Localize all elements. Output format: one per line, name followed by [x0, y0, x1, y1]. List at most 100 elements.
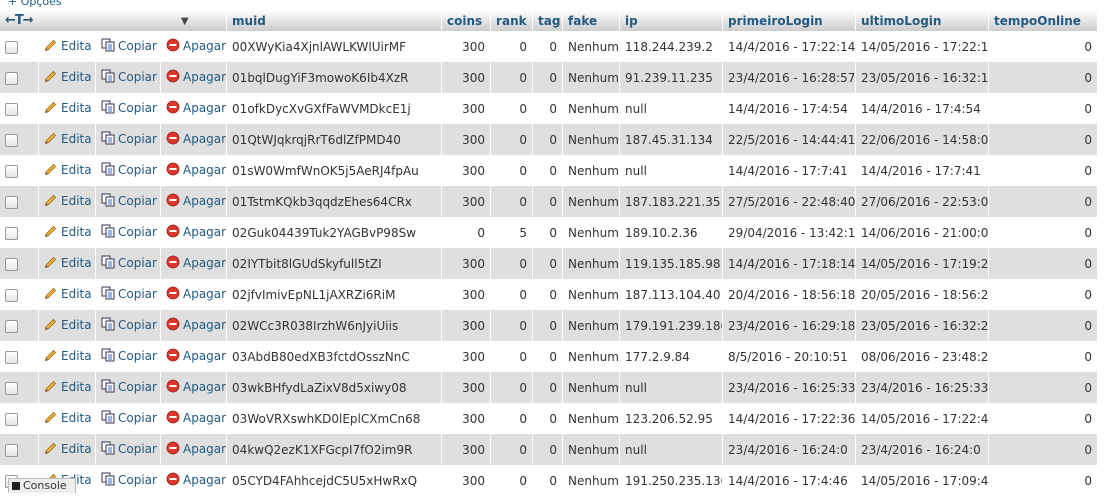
cell-ip[interactable]: 189.10.2.36	[620, 217, 724, 248]
cell-muid[interactable]: 03WoVRXswhKD0lEplCXmCn68	[227, 403, 443, 434]
cell-ultimologin[interactable]: 14/05/2016 - 17:22:17	[856, 31, 990, 62]
row-checkbox[interactable]	[5, 133, 18, 147]
cell-rank[interactable]: 0	[491, 310, 534, 341]
delete-button[interactable]: Apagar	[166, 317, 226, 332]
cell-muid[interactable]: 05CYD4FAhhcejdC5U5xHwRxQ	[227, 465, 443, 496]
delete-button[interactable]: Apagar	[166, 131, 226, 146]
cell-tempoonline[interactable]: 0	[989, 155, 1099, 186]
edit-button[interactable]: Edita	[44, 287, 92, 301]
cell-primeirologin[interactable]: 14/4/2016 - 17:7:41	[723, 155, 857, 186]
cell-primeirologin[interactable]: 8/5/2016 - 20:10:51	[723, 341, 857, 372]
cell-ultimologin[interactable]: 20/05/2016 - 18:56:29	[856, 279, 990, 310]
col-header-ip[interactable]: ip	[620, 10, 724, 31]
row-checkbox[interactable]	[5, 443, 18, 457]
copy-button[interactable]: Copiar	[101, 286, 157, 301]
cell-ip[interactable]: 177.2.9.84	[620, 341, 724, 372]
cell-muid[interactable]: 02jfvImivEpNL1jAXRZi6RiM	[227, 279, 443, 310]
cell-fake[interactable]: Nenhum	[563, 341, 621, 372]
edit-button[interactable]: Edita	[44, 194, 92, 208]
delete-button[interactable]: Apagar	[166, 69, 226, 84]
edit-button[interactable]: Edita	[44, 442, 92, 456]
cell-fake[interactable]: Nenhum	[563, 93, 621, 124]
row-checkbox[interactable]	[5, 257, 18, 271]
cell-fake[interactable]: Nenhum	[563, 279, 621, 310]
edit-button[interactable]: Edita	[44, 411, 92, 425]
cell-tempoonline[interactable]: 0	[989, 434, 1099, 465]
cell-ultimologin[interactable]: 23/05/2016 - 16:32:17	[856, 62, 990, 93]
cell-muid[interactable]: 02IYTbit8lGUdSkyfull5tZI	[227, 248, 443, 279]
column-arrows-icon[interactable]: ←T→	[5, 13, 34, 28]
cell-muid[interactable]: 03wkBHfydLaZixV8d5xiwy08	[227, 372, 443, 403]
row-checkbox[interactable]	[5, 164, 18, 178]
cell-ip[interactable]: 191.250.235.136	[620, 465, 724, 496]
cell-ip[interactable]: 123.206.52.95	[620, 403, 724, 434]
cell-coins[interactable]: 300	[442, 465, 492, 496]
row-checkbox[interactable]	[5, 350, 18, 364]
cell-rank[interactable]: 0	[491, 124, 534, 155]
cell-primeirologin[interactable]: 14/4/2016 - 17:22:36	[723, 403, 857, 434]
copy-button[interactable]: Copiar	[101, 193, 157, 208]
cell-coins[interactable]: 300	[442, 310, 492, 341]
cell-muid[interactable]: 01TstmKQkb3qqdzEhes64CRx	[227, 186, 443, 217]
col-header-primeirologin[interactable]: primeiroLogin	[723, 10, 857, 31]
cell-primeirologin[interactable]: 23/4/2016 - 16:25:33	[723, 372, 857, 403]
col-header-fake[interactable]: fake	[563, 10, 621, 31]
cell-ultimologin[interactable]: 14/4/2016 - 17:7:41	[856, 155, 990, 186]
cell-muid[interactable]: 01ofkDycXvGXfFaWVMDkcE1j	[227, 93, 443, 124]
cell-ip[interactable]: null	[620, 93, 724, 124]
cell-tempoonline[interactable]: 0	[989, 465, 1099, 496]
copy-button[interactable]: Copiar	[101, 100, 157, 115]
copy-button[interactable]: Copiar	[101, 131, 157, 146]
cell-ip[interactable]: 179.191.239.186	[620, 310, 724, 341]
cell-tempoonline[interactable]: 0	[989, 403, 1099, 434]
cell-tag[interactable]: 0	[533, 124, 564, 155]
copy-button[interactable]: Copiar	[101, 38, 157, 53]
cell-primeirologin[interactable]: 23/4/2016 - 16:29:18	[723, 310, 857, 341]
cell-ip[interactable]: 91.239.11.235	[620, 62, 724, 93]
copy-button[interactable]: Copiar	[101, 441, 157, 456]
cell-coins[interactable]: 300	[442, 341, 492, 372]
console-tab[interactable]: Console	[8, 478, 76, 493]
cell-coins[interactable]: 300	[442, 62, 492, 93]
cell-tag[interactable]: 0	[533, 310, 564, 341]
cell-ultimologin[interactable]: 23/4/2016 - 16:25:33	[856, 372, 990, 403]
cell-tempoonline[interactable]: 0	[989, 124, 1099, 155]
cell-primeirologin[interactable]: 29/04/2016 - 13:42:13	[723, 217, 857, 248]
cell-ultimologin[interactable]: 14/4/2016 - 17:4:54	[856, 93, 990, 124]
cell-ip[interactable]: 187.183.221.35	[620, 186, 724, 217]
cell-primeirologin[interactable]: 27/5/2016 - 22:48:40	[723, 186, 857, 217]
cell-tempoonline[interactable]: 0	[989, 248, 1099, 279]
cell-fake[interactable]: Nenhum	[563, 248, 621, 279]
edit-button[interactable]: Edita	[44, 349, 92, 363]
row-checkbox[interactable]	[5, 412, 18, 426]
cell-tempoonline[interactable]: 0	[989, 341, 1099, 372]
cell-ultimologin[interactable]: 14/05/2016 - 17:22:49	[856, 403, 990, 434]
edit-button[interactable]: Edita	[44, 380, 92, 394]
cell-tag[interactable]: 0	[533, 93, 564, 124]
cell-tag[interactable]: 0	[533, 403, 564, 434]
cell-tempoonline[interactable]: 0	[989, 186, 1099, 217]
options-link[interactable]: + Opções	[8, 0, 62, 9]
edit-button[interactable]: Edita	[44, 132, 92, 146]
cell-ip[interactable]: null	[620, 434, 724, 465]
row-checkbox[interactable]	[5, 288, 18, 302]
cell-muid[interactable]: 01bqlDugYiF3mowoK6Ib4XzR	[227, 62, 443, 93]
cell-rank[interactable]: 0	[491, 434, 534, 465]
row-checkbox[interactable]	[5, 102, 18, 116]
row-checkbox[interactable]	[5, 71, 18, 85]
col-header-muid[interactable]: muid	[227, 10, 443, 31]
cell-coins[interactable]: 300	[442, 155, 492, 186]
cell-coins[interactable]: 0	[442, 217, 492, 248]
cell-tempoonline[interactable]: 0	[989, 217, 1099, 248]
cell-primeirologin[interactable]: 14/4/2016 - 17:18:14	[723, 248, 857, 279]
cell-muid[interactable]: 01QtWJqkrqjRrT6dlZfPMD40	[227, 124, 443, 155]
cell-muid[interactable]: 01sW0WmfWnOK5j5AeRJ4fpAu	[227, 155, 443, 186]
row-checkbox[interactable]	[5, 226, 18, 240]
cell-tag[interactable]: 0	[533, 155, 564, 186]
cell-ultimologin[interactable]: 08/06/2016 - 23:48:26	[856, 341, 990, 372]
cell-rank[interactable]: 0	[491, 186, 534, 217]
cell-fake[interactable]: Nenhum	[563, 124, 621, 155]
cell-fake[interactable]: Nenhum	[563, 372, 621, 403]
cell-fake[interactable]: Nenhum	[563, 62, 621, 93]
sort-dropdown-icon[interactable]: ▼	[181, 16, 189, 27]
